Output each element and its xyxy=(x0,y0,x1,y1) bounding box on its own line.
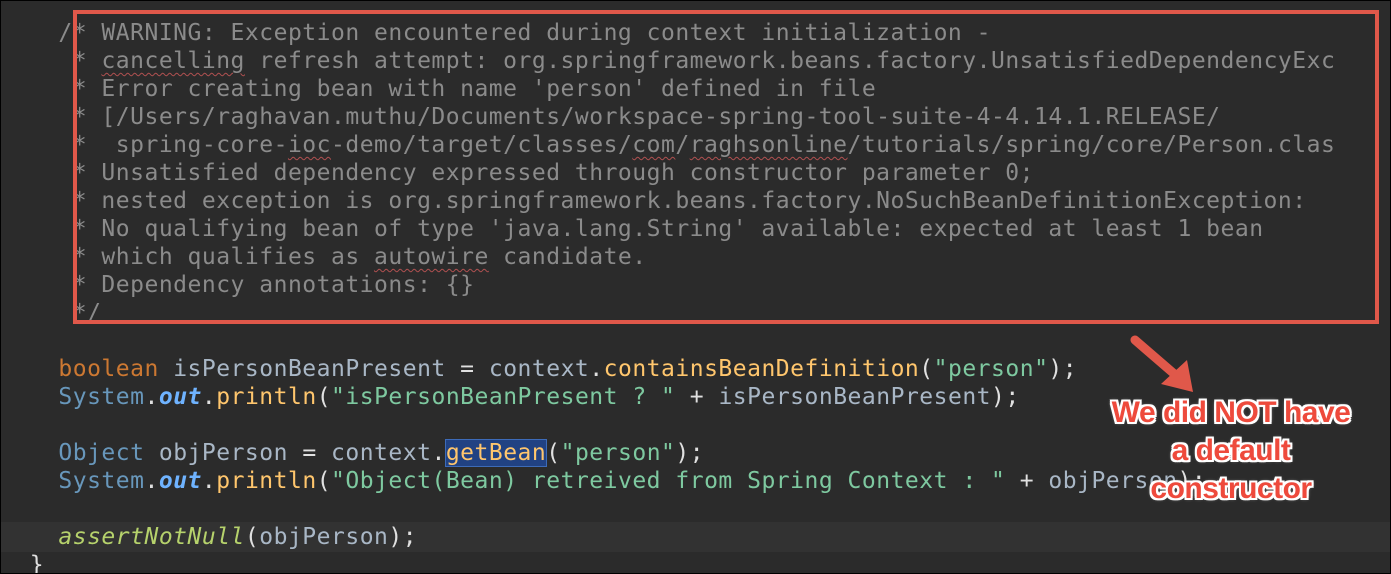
class-ref: System xyxy=(58,468,145,494)
string-literal: "isPersonBeanPresent ? " xyxy=(331,384,676,410)
dot: . xyxy=(589,356,604,382)
string-literal: "Object(Bean) retreived from Spring Cont… xyxy=(331,468,1006,494)
operator: = xyxy=(445,356,489,382)
static-field: out xyxy=(158,468,202,494)
annotation-line-2: a default xyxy=(1171,434,1291,467)
class-ref: System xyxy=(58,384,145,410)
dot: . xyxy=(144,468,159,494)
static-method-call: assertNotNull xyxy=(58,524,245,550)
method-call: println xyxy=(216,468,317,494)
paren-semicolon: ); xyxy=(675,440,705,466)
selected-method-getbean[interactable]: getBean xyxy=(444,439,548,467)
operator: + xyxy=(1005,468,1049,494)
dot: . xyxy=(431,440,446,466)
string-literal: "person" xyxy=(560,440,676,466)
code-editor[interactable]: /* WARNING: Exception encountered during… xyxy=(0,0,1391,574)
annotation-line-1: We did NOT have xyxy=(1111,396,1351,429)
paren-semicolon: ); xyxy=(1048,356,1078,382)
paren: ( xyxy=(919,356,934,382)
paren: ( xyxy=(546,440,561,466)
static-field: out xyxy=(158,384,202,410)
operator: = xyxy=(287,440,332,466)
paren: ( xyxy=(244,524,260,550)
variable-ref: objPerson xyxy=(259,524,389,550)
context-ref: context xyxy=(331,440,432,466)
dot: . xyxy=(201,384,217,410)
dot: . xyxy=(144,384,159,410)
type-object: Object xyxy=(58,440,145,466)
method-call: println xyxy=(216,384,317,410)
string-literal: "person" xyxy=(933,356,1049,382)
code-line-assert[interactable]: assertNotNull(objPerson); xyxy=(1,523,1390,551)
operator: + xyxy=(675,384,719,410)
variable-declaration: objPerson xyxy=(158,440,288,466)
variable-declaration: isPersonBeanPresent xyxy=(173,356,446,382)
keyword-boolean: boolean xyxy=(58,356,159,382)
context-ref: context xyxy=(488,356,590,382)
annotation-callout: We did NOT have a default constructor xyxy=(1081,394,1381,508)
code-line-brace[interactable]: } xyxy=(1,551,1390,574)
paren-semicolon: ); xyxy=(991,384,1020,410)
paren: ( xyxy=(316,468,332,494)
paren: ( xyxy=(316,384,332,410)
dot: . xyxy=(201,468,217,494)
annotation-line-3: constructor xyxy=(1150,472,1312,505)
variable-ref: isPersonBeanPresent xyxy=(718,384,992,410)
code-block[interactable]: boolean isPersonBeanPresent = context.co… xyxy=(1,1,1390,573)
paren-semicolon: ); xyxy=(388,524,418,550)
method-call: containsBeanDefinition xyxy=(603,356,920,382)
closing-brace: } xyxy=(29,552,45,574)
